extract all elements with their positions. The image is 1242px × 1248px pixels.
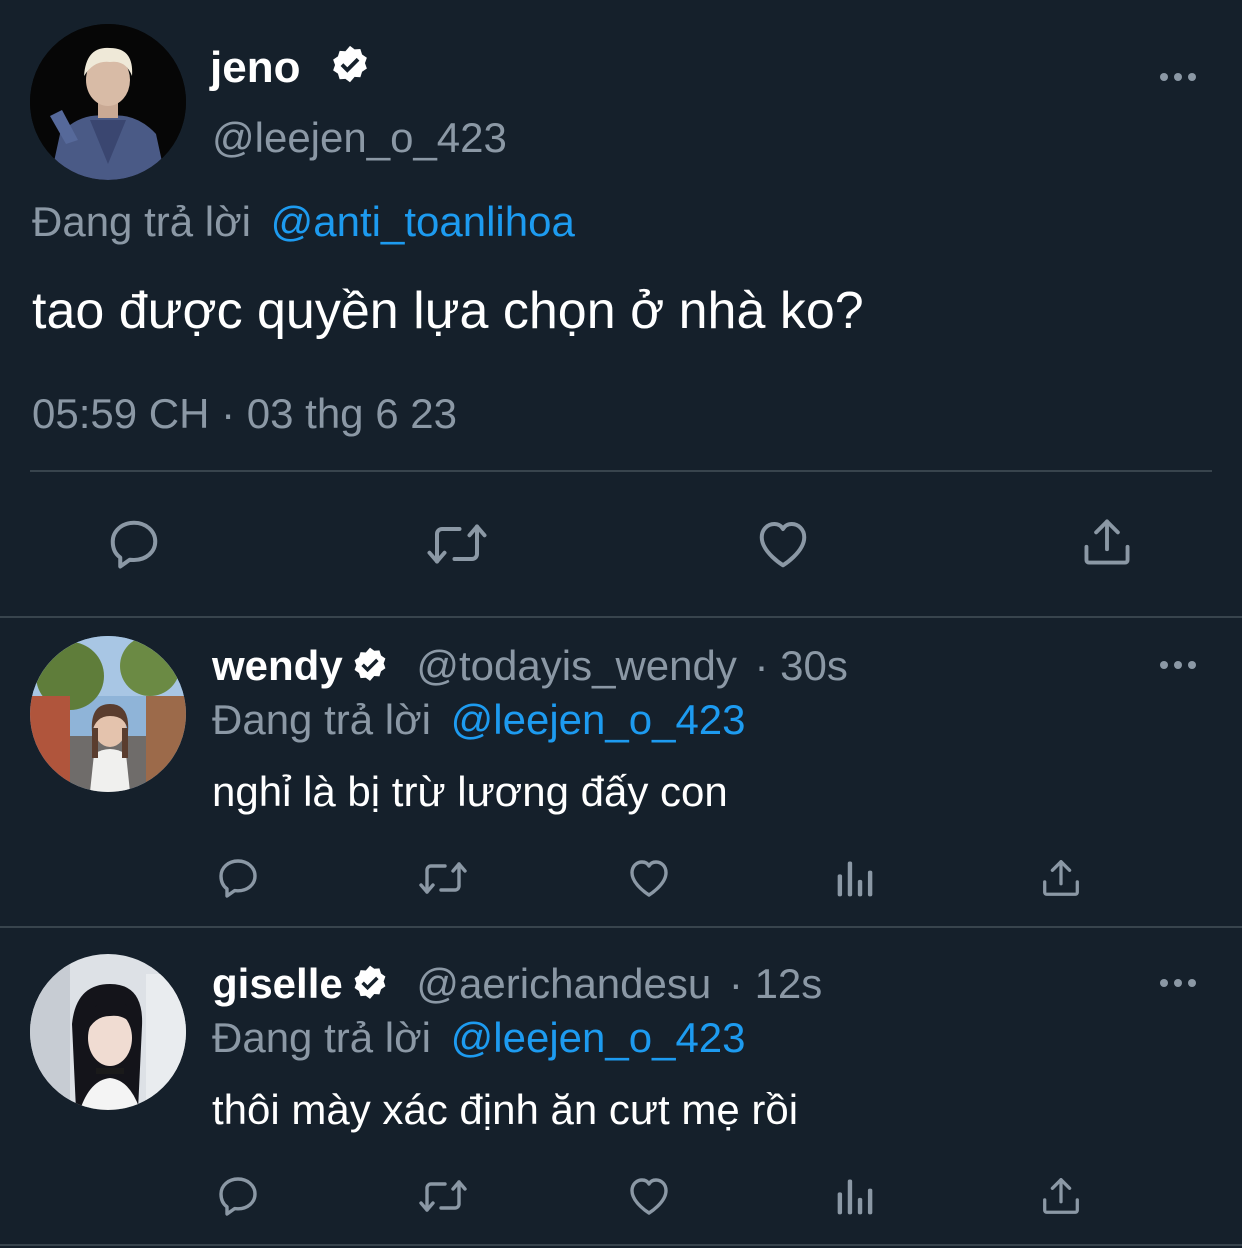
- tweet-timestamp[interactable]: 05:59 CH · 03 thg 6 23: [32, 388, 457, 440]
- tweet-text: nghỉ là bị trừ lương đấy con: [212, 768, 728, 815]
- verified-badge-icon: [349, 963, 391, 1005]
- mention-link[interactable]: @leejen_o_423: [451, 1014, 746, 1061]
- tweet-text: tao được quyền lựa chọn ở nhà ko?: [32, 282, 864, 340]
- display-name[interactable]: giselle: [212, 960, 343, 1007]
- display-name[interactable]: wendy: [212, 642, 343, 689]
- post-time[interactable]: · 30s: [755, 642, 848, 689]
- user-handle[interactable]: @aerichandesu: [416, 960, 711, 1007]
- tweet-text: thôi mày xác định ăn cưt mẹ rồi: [212, 1086, 799, 1133]
- separator: [30, 470, 1212, 472]
- user-handle[interactable]: @todayis_wendy: [416, 642, 736, 689]
- verified-badge-icon: [349, 645, 391, 687]
- replying-to-label: Đang trả lời: [212, 696, 431, 743]
- reply-icon[interactable]: [214, 854, 262, 902]
- divider: [0, 926, 1242, 928]
- more-icon[interactable]: [1160, 976, 1200, 988]
- avatar[interactable]: [30, 636, 186, 792]
- like-icon[interactable]: [752, 514, 814, 574]
- retweet-icon[interactable]: [424, 514, 490, 574]
- replying-to-label: Đang trả lời: [32, 198, 251, 245]
- reply-icon[interactable]: [104, 514, 164, 574]
- display-name[interactable]: jeno: [210, 43, 300, 92]
- retweet-icon[interactable]: [416, 1172, 470, 1220]
- analytics-icon[interactable]: [834, 1174, 878, 1218]
- replying-to-label: Đang trả lời: [212, 1014, 431, 1061]
- divider: [0, 1244, 1242, 1246]
- mention-link[interactable]: @anti_toanlihoa: [271, 198, 575, 245]
- post-time[interactable]: · 12s: [729, 960, 822, 1007]
- divider: [0, 616, 1242, 618]
- share-icon[interactable]: [1078, 512, 1136, 572]
- more-icon[interactable]: [1160, 70, 1200, 82]
- like-icon[interactable]: [624, 1172, 674, 1220]
- avatar[interactable]: [30, 24, 186, 180]
- mention-link[interactable]: @leejen_o_423: [451, 696, 746, 743]
- share-icon[interactable]: [1038, 854, 1084, 902]
- share-icon[interactable]: [1038, 1172, 1084, 1220]
- reply-icon[interactable]: [214, 1172, 262, 1220]
- like-icon[interactable]: [624, 854, 674, 902]
- more-icon[interactable]: [1160, 658, 1200, 670]
- user-handle[interactable]: @leejen_o_423: [212, 112, 507, 164]
- avatar[interactable]: [30, 954, 186, 1110]
- retweet-icon[interactable]: [416, 854, 470, 902]
- verified-badge-icon: [327, 43, 373, 89]
- analytics-icon[interactable]: [834, 856, 878, 900]
